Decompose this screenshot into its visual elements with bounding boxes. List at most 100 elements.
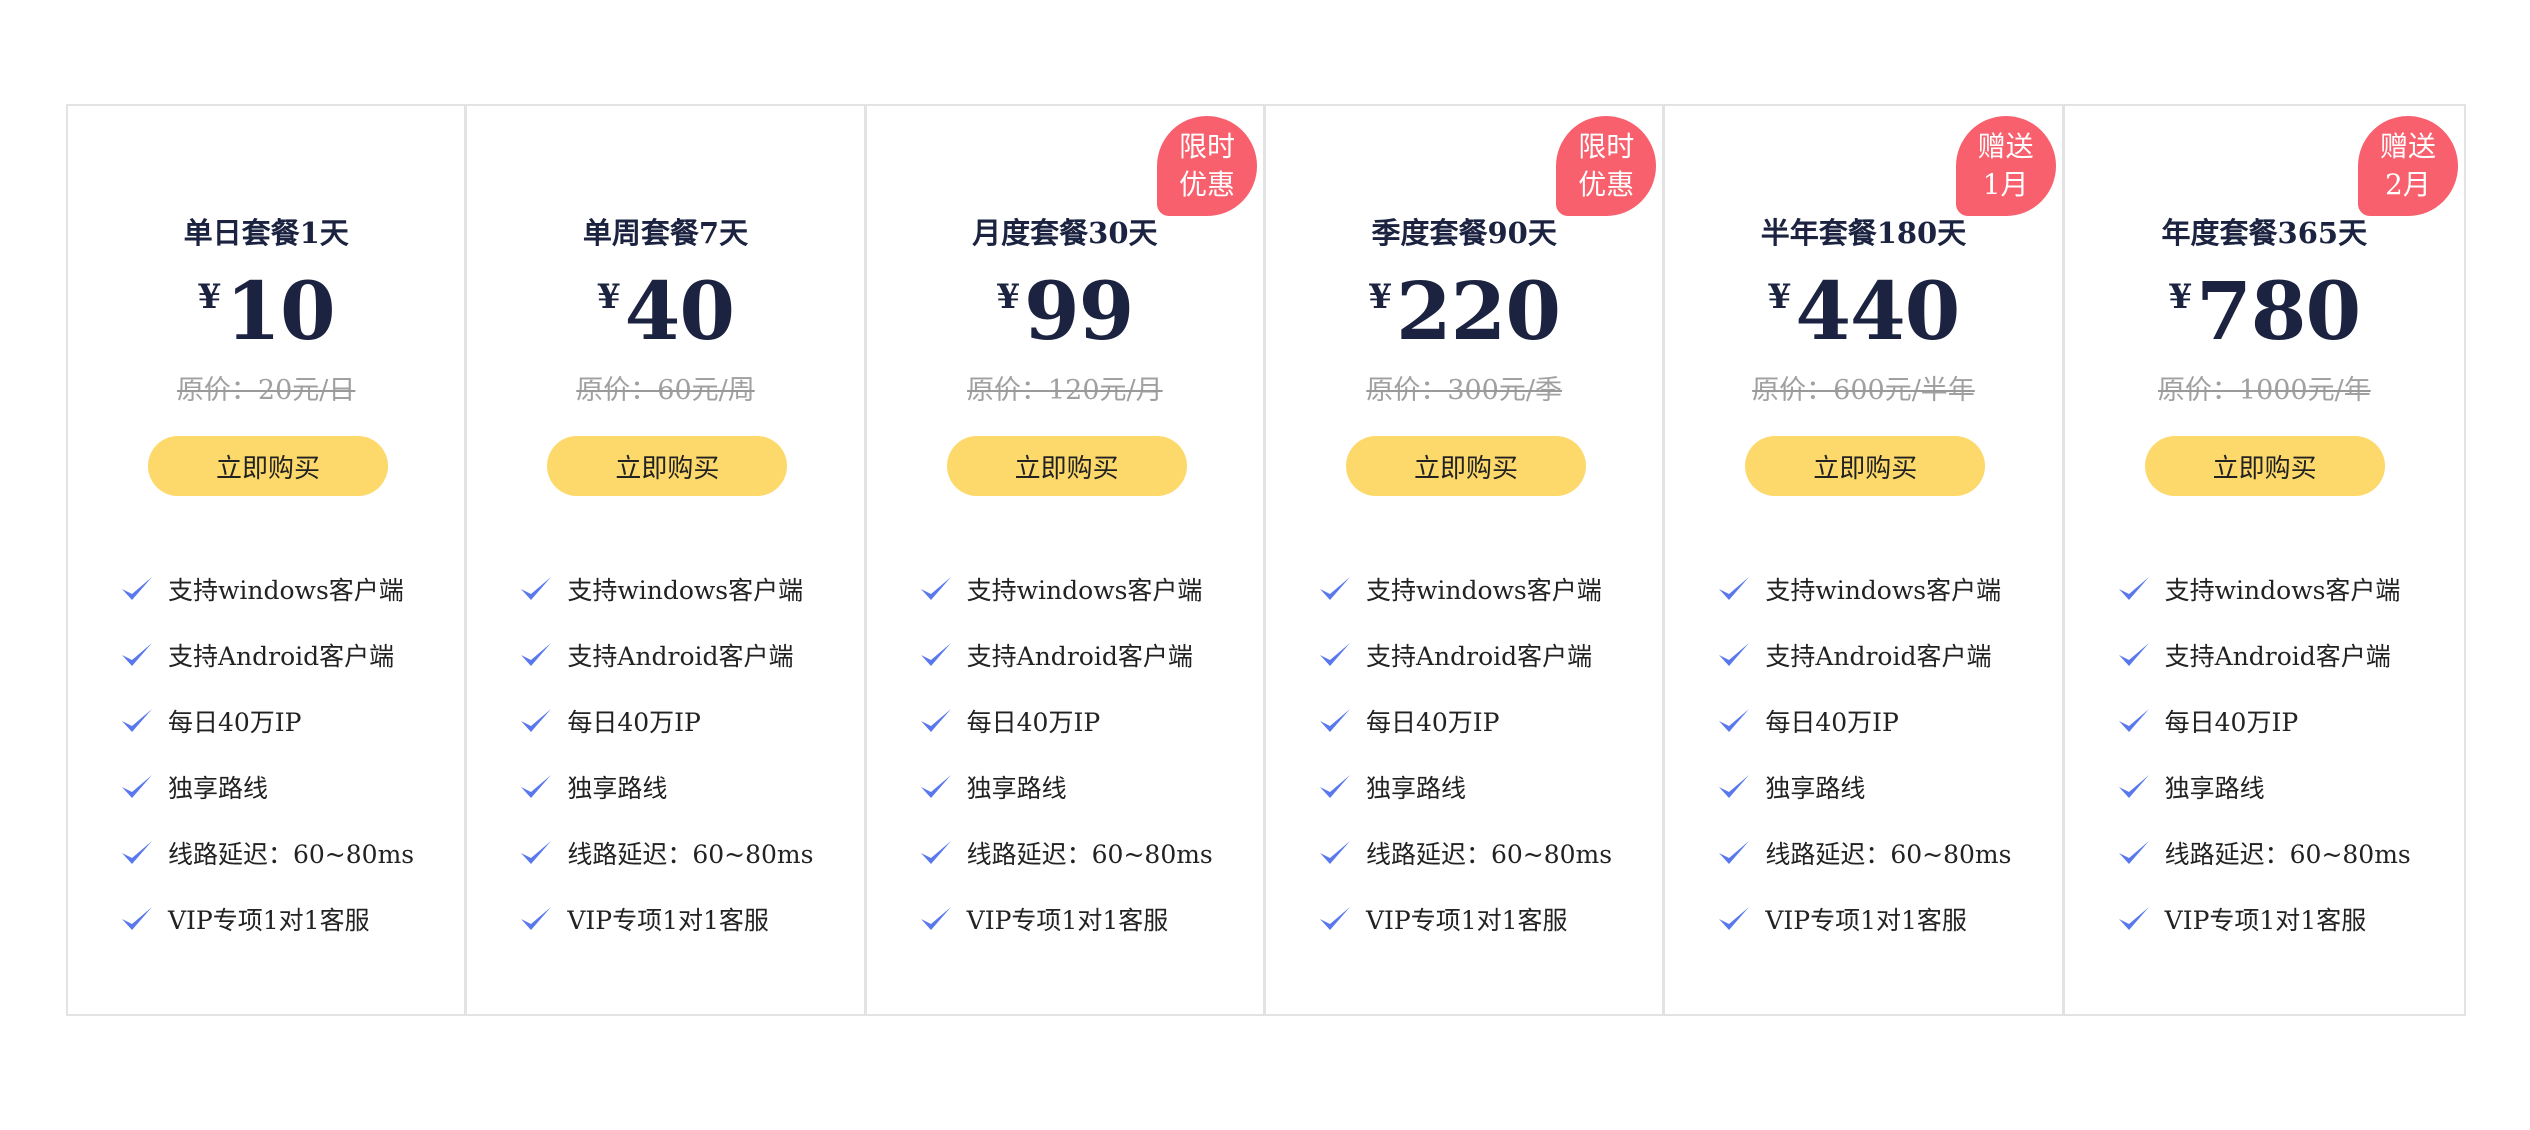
check-icon <box>521 841 552 864</box>
promo-badge-line: 限时 <box>1178 130 1235 163</box>
feature-item: 支持Android客户端 <box>120 622 414 688</box>
promo-badge-line: 优惠 <box>1178 168 1235 201</box>
feature-item: 每日40万IP <box>919 688 1213 754</box>
plan-card: 单日套餐1天 ¥10 原价：20元/日 立即购买 支持windows客户端 支持Andro… <box>68 106 468 1014</box>
plan-title: 单周套餐7天 <box>582 216 749 250</box>
check-icon <box>1319 643 1350 666</box>
original-price-text: 原价：300元/季 <box>1366 375 1562 406</box>
feature-item: 支持windows客户端 <box>519 556 813 622</box>
feature-label: 支持windows客户端 <box>567 576 804 605</box>
plan-card: 赠送 2月 年度套餐365天 ¥780 原价：1000元/年 立即购买 支持windows客… <box>2065 106 2464 1014</box>
buy-now-button[interactable]: 立即购买 <box>1345 436 1586 496</box>
feature-item: 独享路线 <box>2117 754 2411 820</box>
feature-label: 独享路线 <box>168 774 269 803</box>
feature-item: 支持Android客户端 <box>519 622 813 688</box>
check-icon <box>122 709 152 732</box>
feature-label: 独享路线 <box>1365 774 1466 803</box>
feature-label: 支持Android客户端 <box>168 642 395 671</box>
currency-symbol: ¥ <box>1368 277 1392 317</box>
feature-label: VIP专项1对1客服 <box>567 906 769 935</box>
feature-item: 线路延迟：60~80ms <box>2117 820 2411 886</box>
feature-label: 每日40万IP <box>168 708 302 737</box>
buy-now-button[interactable]: 立即购买 <box>547 436 788 496</box>
original-price-text: 原价：1000元/年 <box>2157 375 2371 406</box>
feature-item: 独享路线 <box>120 754 414 820</box>
currency-symbol: ¥ <box>197 277 222 317</box>
buy-now-button[interactable]: 立即购买 <box>148 436 388 496</box>
feature-item: VIP专项1对1客服 <box>2117 886 2411 952</box>
check-icon <box>920 775 951 798</box>
price-amount: 10 <box>225 264 335 358</box>
check-icon <box>521 775 552 798</box>
feature-item: 支持Android客户端 <box>1318 622 1612 688</box>
feature-label: 每日40万IP <box>2164 708 2299 737</box>
original-price: 原价：20元/日 <box>68 368 464 407</box>
check-icon <box>2118 643 2149 666</box>
check-icon <box>1319 709 1350 732</box>
price-amount: 220 <box>1395 264 1561 358</box>
check-icon <box>521 709 552 732</box>
promo-badge-line: 赠送 <box>1977 130 2034 163</box>
plan-title: 半年套餐180天 <box>1760 216 1967 250</box>
check-icon <box>1319 775 1350 798</box>
promo-badge-line: 赠送 <box>2379 130 2436 163</box>
feature-label: 独享路线 <box>1765 774 1866 803</box>
feature-item: VIP专项1对1客服 <box>519 886 813 952</box>
feature-list: 支持windows客户端 支持Android客户端 每日40万IP 独享路线 线路延迟：… <box>1318 556 1612 952</box>
buy-now-button[interactable]: 立即购买 <box>2144 436 2385 496</box>
feature-label: 线路延迟：60~80ms <box>966 840 1213 869</box>
plan-title: 季度套餐90天 <box>1371 216 1557 250</box>
check-icon <box>1319 907 1350 930</box>
check-icon <box>122 577 152 600</box>
feature-item: VIP专项1对1客服 <box>120 886 414 952</box>
check-icon <box>122 643 152 666</box>
buy-now-button[interactable]: 立即购买 <box>946 436 1187 496</box>
feature-label: 每日40万IP <box>966 708 1101 737</box>
buy-now-button[interactable]: 立即购买 <box>1745 436 1986 496</box>
original-price: 原价：120元/月 <box>867 368 1263 407</box>
feature-item: VIP专项1对1客服 <box>1318 886 1612 952</box>
feature-list: 支持windows客户端支持Android客户端 每日40万IP 独享路线 线路延迟：… <box>2117 556 2411 952</box>
feature-list: 支持windows客户端 支持Android客户端 每日40万IP 独享路线 线路延迟：… <box>120 556 414 952</box>
promo-badge: 赠送 2月 <box>2357 116 2458 216</box>
check-icon <box>920 841 951 864</box>
check-icon <box>1719 643 1750 666</box>
feature-item: VIP专项1对1客服 <box>1717 886 2011 952</box>
check-icon <box>122 775 152 798</box>
feature-label: 线路延迟：60~80ms <box>567 840 814 869</box>
check-icon <box>2118 775 2149 798</box>
feature-label: 支持windows客户端 <box>966 576 1203 605</box>
check-icon <box>920 907 951 930</box>
feature-label: 独享路线 <box>567 774 668 803</box>
promo-badge-line: 1月 <box>1982 168 2029 201</box>
check-icon <box>2118 577 2149 600</box>
feature-label: 支持windows客户端 <box>1765 576 2002 605</box>
feature-label: 支持Android客户端 <box>2164 642 2391 671</box>
feature-label: 每日40万IP <box>567 708 701 737</box>
check-icon <box>2118 841 2149 864</box>
feature-list: 支持windows客户端支持Android客户端每日40万IP 独享路线线路延迟：… <box>519 556 813 952</box>
check-icon <box>1319 577 1350 600</box>
original-price: 原价：60元/周 <box>467 368 863 407</box>
feature-item: 独享路线 <box>1318 754 1612 820</box>
plan-card: 限时 优惠 季度套餐90天 ¥220 原价：300元/季 立即购买 支持windows客户端… <box>1266 106 1666 1014</box>
feature-item: 支持windows客户端 <box>919 556 1213 622</box>
feature-label: 支持Android客户端 <box>1365 642 1593 671</box>
promo-badge-line: 限时 <box>1578 130 1635 163</box>
feature-item: VIP专项1对1客服 <box>919 886 1213 952</box>
feature-label: 支持Android客户端 <box>1765 642 1992 671</box>
feature-item: 线路延迟：60~80ms <box>519 820 813 886</box>
promo-badge: 限时 优惠 <box>1156 116 1257 216</box>
feature-item: 支持windows客户端 <box>2117 556 2411 622</box>
feature-item: 每日40万IP <box>1717 688 2011 754</box>
feature-label: 每日40万IP <box>1765 708 1899 737</box>
feature-list: 支持windows客户端 支持Android客户端 每日40万IP 独享路线 线路延迟：… <box>919 556 1213 952</box>
check-icon <box>1719 709 1750 732</box>
check-icon <box>1319 841 1350 864</box>
feature-item: 每日40万IP <box>2117 688 2411 754</box>
price-amount: 440 <box>1795 264 1960 358</box>
plan-price: ¥10 <box>68 266 464 379</box>
plan-price: ¥440 <box>1665 266 2061 379</box>
feature-label: VIP专项1对1客服 <box>168 906 370 935</box>
original-price-text: 原价：60元/周 <box>576 375 755 406</box>
